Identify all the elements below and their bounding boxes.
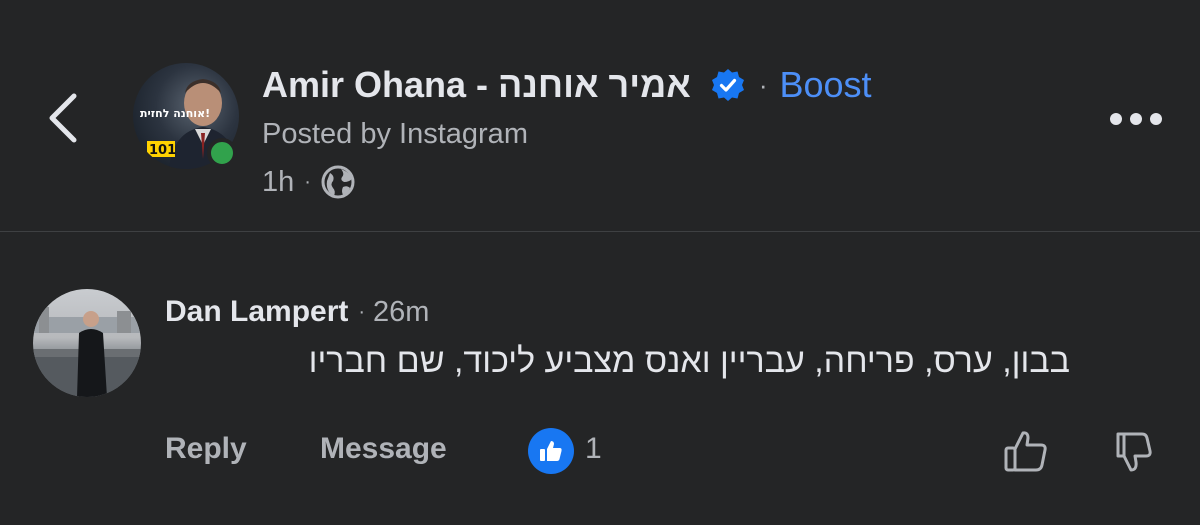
title-separator: · xyxy=(758,69,768,100)
comment-separator: · xyxy=(358,300,366,323)
upvote-button[interactable] xyxy=(1003,428,1049,479)
reply-button[interactable]: Reply xyxy=(165,432,247,466)
post-header: אוחנה לחזית! 101 Amir Ohana - אמיר אוחנה… xyxy=(0,0,1200,232)
upvote-icon xyxy=(1004,431,1047,472)
comment-author-name[interactable]: Dan Lampert xyxy=(165,295,348,329)
commenter-avatar[interactable] xyxy=(33,289,141,397)
more-options-button[interactable] xyxy=(1108,106,1164,132)
comment-actions: Reply Message 1 xyxy=(0,428,1200,476)
comment-header: Dan Lampert · 26m xyxy=(165,292,429,332)
like-reaction-badge[interactable] xyxy=(528,428,574,474)
more-horizontal-icon xyxy=(1110,113,1162,125)
comment-time[interactable]: 26m xyxy=(373,296,429,329)
posted-by-label: Posted by Instagram xyxy=(262,118,528,150)
avatar-logo-text: אוחנה לחזית! xyxy=(140,107,210,120)
thumbs-up-icon xyxy=(540,441,562,461)
online-status-dot xyxy=(207,138,237,168)
like-count[interactable]: 1 xyxy=(585,432,602,466)
page-name[interactable]: Amir Ohana - אמיר אוחנה xyxy=(262,64,691,106)
downvote-icon xyxy=(1116,432,1152,472)
globe-icon xyxy=(321,165,355,199)
post-time[interactable]: 1h xyxy=(262,166,294,199)
downvote-button[interactable] xyxy=(1112,430,1156,479)
chevron-left-icon xyxy=(49,93,77,143)
avatar-badge: 101 xyxy=(149,143,176,158)
boost-button[interactable]: Boost xyxy=(780,64,872,106)
meta-separator: · xyxy=(304,170,311,193)
back-button[interactable] xyxy=(40,88,90,148)
message-button[interactable]: Message xyxy=(320,432,447,466)
verified-badge-icon xyxy=(711,68,745,102)
post-meta: 1h · xyxy=(262,164,355,200)
title-row: Amir Ohana - אמיר אוחנה · Boost xyxy=(262,62,872,108)
commenter-avatar-image xyxy=(33,307,141,397)
comment-text: בבון, ערס, פריחה, עבריין ואנס מצביע ליכו… xyxy=(308,342,1070,380)
header-divider xyxy=(0,231,1200,232)
